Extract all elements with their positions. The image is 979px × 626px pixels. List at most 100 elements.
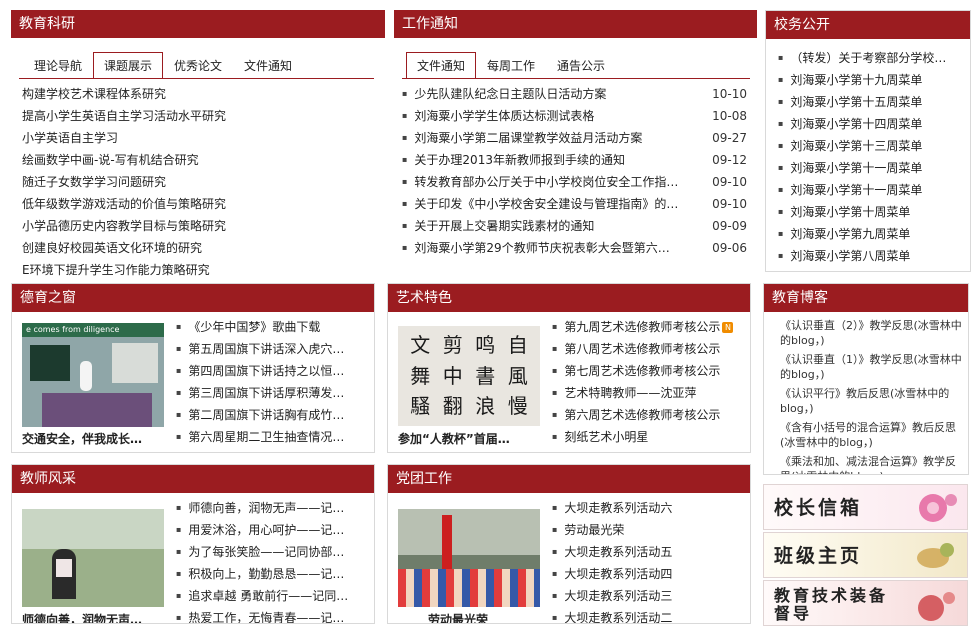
blog-item[interactable]: 《认识平行》教后反思(冰雪林中的blog，) xyxy=(780,386,962,416)
list-item[interactable]: 09-06刘海粟小学第29个教师节庆祝表彰大会暨第六… xyxy=(402,237,747,259)
list-item[interactable]: 刘海粟小学第八周菜单 xyxy=(778,245,966,267)
party-list: 大坝走教系列活动六劳动最光荣大坝走教系列活动五大坝走教系列活动四大坝走教系列活动… xyxy=(552,497,744,623)
tab-projects[interactable]: 课题展示 xyxy=(93,52,164,78)
calligraphy-char: 風 xyxy=(507,363,528,388)
list-item[interactable]: 绘画数学中画-说-写有机结合研究 xyxy=(22,149,377,171)
list-item[interactable]: 刘海粟小学第十一周菜单 xyxy=(778,157,966,179)
list-item[interactable]: 第五周国旗下讲话深入虎穴… xyxy=(176,338,368,360)
blog-item[interactable]: 《含有小括号的混合运算》教后反思(冰雪林中的blog，) xyxy=(780,420,962,450)
list-item[interactable]: 刘海粟小学第十一周菜单 xyxy=(778,179,966,201)
principal-mailbox-label: 校长信箱 xyxy=(774,497,863,519)
class-homepage-label: 班级主页 xyxy=(774,545,863,567)
art-thumbnail[interactable]: 文剪鸣自舞中書風騷翻浪慢 xyxy=(398,326,540,426)
calligraphy-char: 翻 xyxy=(442,394,463,419)
party-thumbnail[interactable] xyxy=(398,509,540,607)
notices-panel: 工作通知 文件通知 每周工作 通告公示 10-10少先队建队纪念日主题队日活动方… xyxy=(394,10,757,272)
list-item[interactable]: 大坝走教系列活动三 xyxy=(552,585,744,607)
moral-caption[interactable]: 交通安全，伴我成长… xyxy=(22,430,167,447)
list-item[interactable]: 提高小学生英语自主学习活动水平研究 xyxy=(22,105,377,127)
list-item[interactable]: 09-10转发教育部办公厅关于中小学校岗位安全工作指… xyxy=(402,171,747,193)
list-item[interactable]: 用爱沐浴，用心呵护——记… xyxy=(176,519,368,541)
list-item[interactable]: 热爱工作，无悔青春——记… xyxy=(176,607,368,623)
blog-item[interactable]: 《乘法和加、减法混合运算》教学反思(冰雪林中的blog，) xyxy=(780,454,962,474)
list-item[interactable]: 创建良好校园英语文化环境的研究 xyxy=(22,237,377,259)
list-item[interactable]: 《少年中国梦》歌曲下载 xyxy=(176,316,368,338)
list-item[interactable]: 积极向上，勤勤恳恳——记… xyxy=(176,563,368,585)
principal-mailbox-banner[interactable]: 校长信箱 xyxy=(763,484,968,530)
equipment-supervision-banner[interactable]: 教育技术装备督导 xyxy=(763,580,968,626)
flower-icon xyxy=(919,494,957,522)
list-item[interactable]: 刻纸艺术小明星 xyxy=(552,426,744,448)
moral-title: 德育之窗 xyxy=(12,284,374,312)
list-item[interactable]: 10-10少先队建队纪念日主题队日活动方案 xyxy=(402,83,747,105)
item-date: 10-10 xyxy=(712,87,747,101)
list-item[interactable]: 追求卓越 勇敢前行——记同… xyxy=(176,585,368,607)
list-item[interactable]: 刘海粟小学第九周菜单 xyxy=(778,223,966,245)
art-list: 第九周艺术选修教师考核公示N第八周艺术选修教师考核公示第七周艺术选修教师考核公示… xyxy=(552,316,744,448)
calligraphy-char: 鸣 xyxy=(475,333,496,357)
list-item[interactable]: 刘海粟小学第十九周菜单 xyxy=(778,69,966,91)
list-item[interactable]: 小学英语自主学习 xyxy=(22,127,377,149)
list-item[interactable]: 大坝走教系列活动四 xyxy=(552,563,744,585)
list-item[interactable]: 09-09关于开展上交暑期实践素材的通知 xyxy=(402,215,747,237)
blog-item[interactable]: 《认识垂直（2）》教学反思(冰雪林中的blog，) xyxy=(780,318,962,348)
list-item[interactable]: 第九周艺术选修教师考核公示N xyxy=(552,316,744,338)
affairs-list: （转发）关于考察部分学校…刘海粟小学第十九周菜单刘海粟小学第十五周菜单刘海粟小学… xyxy=(778,47,966,267)
list-item[interactable]: 刘海粟小学第十三周菜单 xyxy=(778,135,966,157)
list-item[interactable]: 艺术特聘教师——沈亚萍 xyxy=(552,382,744,404)
tab-theory[interactable]: 理论导航 xyxy=(23,52,94,78)
affairs-title: 校务公开 xyxy=(766,11,970,39)
list-item[interactable]: 小学品德历史内容教学目标与策略研究 xyxy=(22,215,377,237)
list-item[interactable]: E环境下提升学生习作能力策略研究 xyxy=(22,259,377,280)
list-item[interactable]: 第二周国旗下讲话胸有成竹… xyxy=(176,404,368,426)
tab-papers[interactable]: 优秀论文 xyxy=(163,52,234,78)
tab-announcements[interactable]: 通告公示 xyxy=(546,52,617,78)
party-panel: 党团工作 劳动最光荣 大坝走教系列活动六劳动最光荣大坝走教系列活动五大坝走教系列… xyxy=(387,464,751,624)
party-title: 党团工作 xyxy=(388,465,750,493)
teachers-thumbnail[interactable] xyxy=(22,509,164,607)
art-panel: 艺术特色 文剪鸣自舞中書風騷翻浪慢 参加“人教杯”首届… 第九周艺术选修教师考核… xyxy=(387,283,751,453)
list-item[interactable]: 为了每张笑脸——记同协部… xyxy=(176,541,368,563)
list-item[interactable]: 10-08刘海粟小学学生体质达标测试表格 xyxy=(402,105,747,127)
class-homepage-banner[interactable]: 班级主页 xyxy=(763,532,968,578)
list-item[interactable]: 第六周星期二卫生抽查情况… xyxy=(176,426,368,448)
tab-file-notice[interactable]: 文件通知 xyxy=(406,52,477,78)
calligraphy-char: 慢 xyxy=(507,394,528,419)
list-item[interactable]: 低年级数学游戏活动的价值与策略研究 xyxy=(22,193,377,215)
list-item[interactable]: 大坝走教系列活动六 xyxy=(552,497,744,519)
calligraphy-char: 騷 xyxy=(410,394,431,419)
list-item[interactable]: 刘海粟小学第十四周菜单 xyxy=(778,113,966,135)
list-item[interactable]: 09-12关于办理2013年新教师报到手续的通知 xyxy=(402,149,747,171)
calligraphy-char: 舞 xyxy=(410,363,431,388)
list-item[interactable]: 构建学校艺术课程体系研究 xyxy=(22,83,377,105)
item-date: 09-09 xyxy=(712,219,747,233)
calligraphy-char: 文 xyxy=(410,333,431,357)
list-item[interactable]: 09-27刘海粟小学第二届课堂教学效益月活动方案 xyxy=(402,127,747,149)
list-item[interactable]: 第八周艺术选修教师考核公示 xyxy=(552,338,744,360)
list-item[interactable]: 第四周国旗下讲话持之以恒… xyxy=(176,360,368,382)
list-item[interactable]: 第七周艺术选修教师考核公示 xyxy=(552,360,744,382)
moral-thumbnail[interactable]: e comes from diligence xyxy=(22,323,164,427)
list-item[interactable]: 09-10关于印发《中小学校舍安全建设与管理指南》的… xyxy=(402,193,747,215)
list-item[interactable]: 第六周艺术选修教师考核公示 xyxy=(552,404,744,426)
list-item[interactable]: 刘海粟小学第十五周菜单 xyxy=(778,91,966,113)
list-item[interactable]: 师德向善，润物无声——记… xyxy=(176,497,368,519)
list-item[interactable]: 劳动最光荣 xyxy=(552,519,744,541)
new-icon: N xyxy=(722,322,734,333)
affairs-panel: 校务公开 （转发）关于考察部分学校…刘海粟小学第十九周菜单刘海粟小学第十五周菜单… xyxy=(765,10,971,272)
list-item[interactable]: 随迁子女数学学习问题研究 xyxy=(22,171,377,193)
flower-icon xyxy=(917,543,954,568)
blog-list: 《认识垂直（2）》教学反思(冰雪林中的blog，) 《认识垂直（1）》教学反思(冰… xyxy=(780,318,962,474)
list-item[interactable]: （转发）关于考察部分学校… xyxy=(778,47,966,69)
list-item[interactable]: 第三周国旗下讲话厚积薄发… xyxy=(176,382,368,404)
thumb-banner-text: e comes from diligence xyxy=(22,323,164,337)
blog-item[interactable]: 《认识垂直（1）》教学反思(冰雪林中的blog，) xyxy=(780,352,962,382)
list-item[interactable]: 大坝走教系列活动五 xyxy=(552,541,744,563)
tab-weekly-work[interactable]: 每周工作 xyxy=(476,52,547,78)
art-caption[interactable]: 参加“人教杯”首届… xyxy=(398,430,543,447)
research-tabs: 理论导航 课题展示 优秀论文 文件通知 xyxy=(23,52,304,78)
item-date: 09-10 xyxy=(712,197,747,211)
list-item[interactable]: 大坝走教系列活动二 xyxy=(552,607,744,623)
tab-files[interactable]: 文件通知 xyxy=(233,52,304,78)
list-item[interactable]: 刘海粟小学第十周菜单 xyxy=(778,201,966,223)
